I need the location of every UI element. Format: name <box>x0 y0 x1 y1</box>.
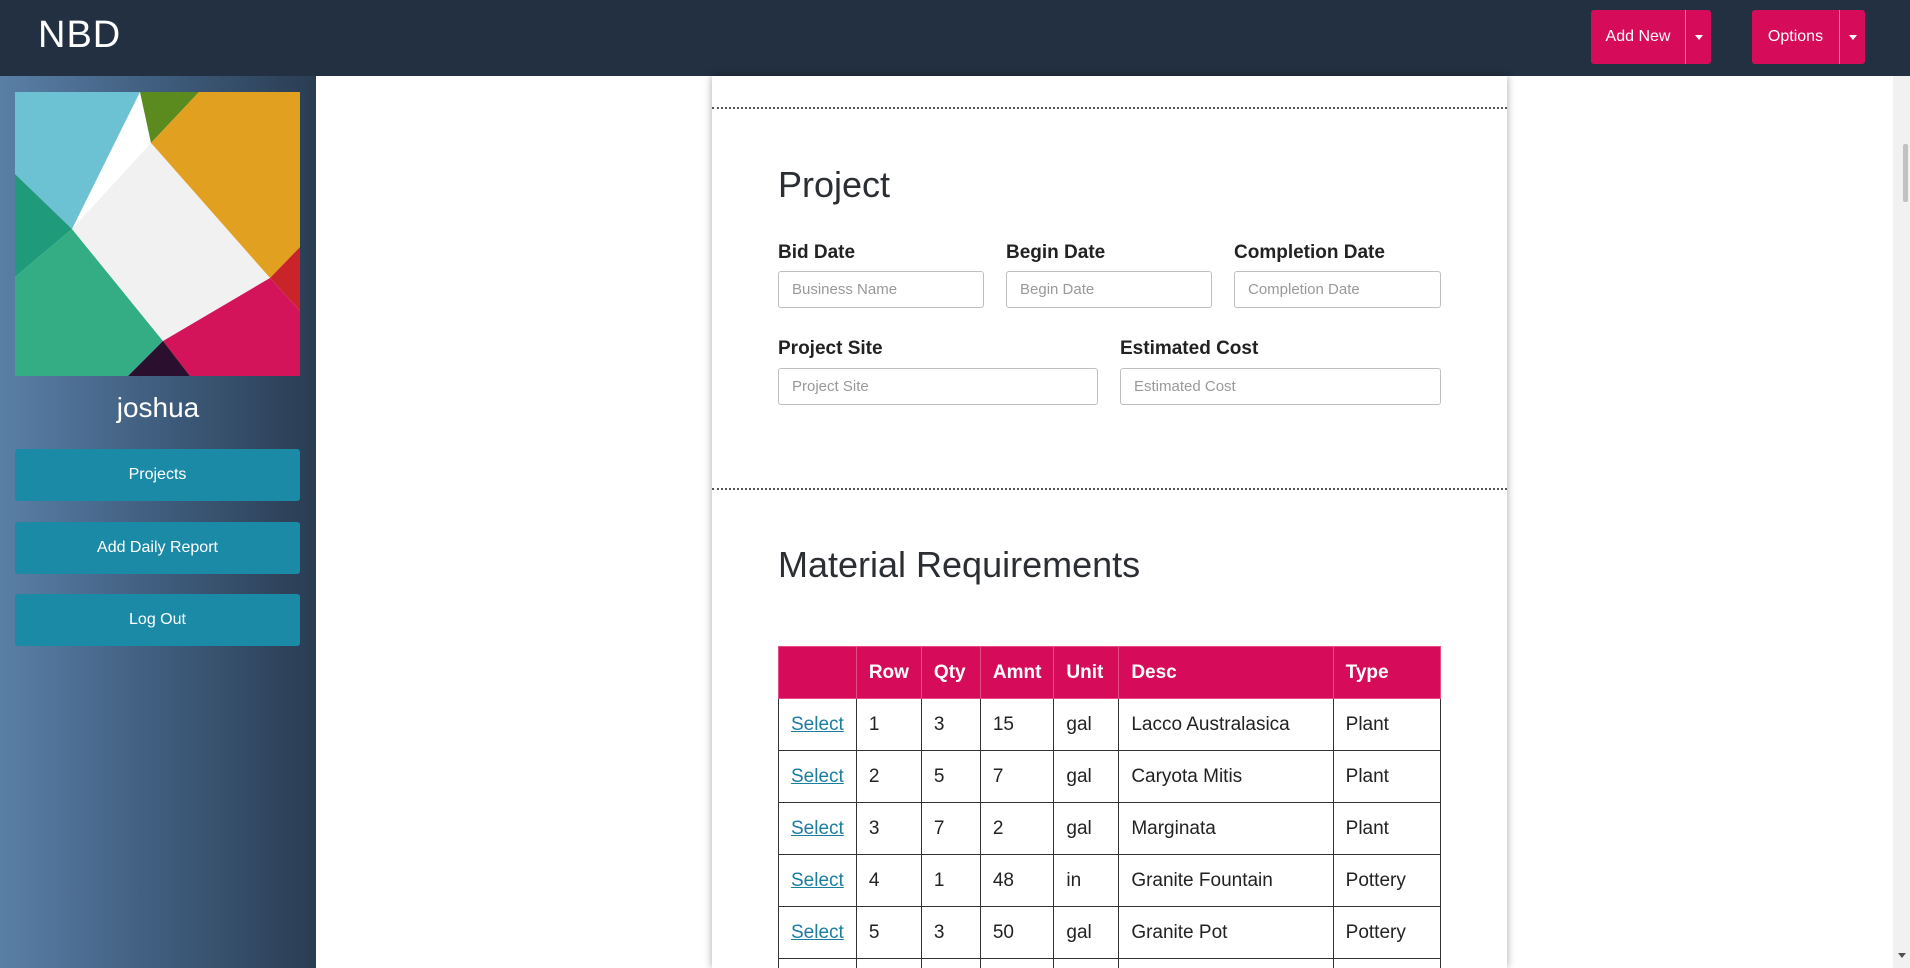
cell-qty: 7 <box>920 802 981 855</box>
project-form-card: Project Bid Date Begin Date Completion D… <box>712 76 1507 968</box>
bid-date-label: Bid Date <box>778 242 856 263</box>
cell-qty: 1 <box>920 854 981 907</box>
cell-unit: in <box>1053 854 1120 907</box>
cell-desc: Lacco Australasica <box>1118 698 1334 751</box>
project-site-input[interactable] <box>778 368 1098 405</box>
project-site-label: Project Site <box>778 338 883 359</box>
cell-type <box>1332 958 1442 968</box>
scroll-down-arrow-icon[interactable] <box>1898 953 1906 958</box>
cell-type: Pottery <box>1332 906 1442 959</box>
cell-unit: gal <box>1053 906 1120 959</box>
cell-type: Plant <box>1332 698 1442 751</box>
column-header-unit[interactable]: Unit <box>1053 646 1120 699</box>
caret-down-icon <box>1848 34 1857 40</box>
column-header-type[interactable]: Type <box>1332 646 1442 699</box>
section-divider <box>712 107 1507 109</box>
estimated-cost-input[interactable] <box>1120 368 1441 405</box>
sidebar: joshua Projects Add Daily Report Log Out <box>0 76 316 968</box>
cell-type: Pottery <box>1332 854 1442 907</box>
brand-logo[interactable]: NBD <box>38 14 121 57</box>
table-row: Select 4 1 48 in Granite Fountain Potter… <box>778 854 1442 907</box>
cell-select <box>778 958 857 968</box>
begin-date-label: Begin Date <box>1006 242 1106 263</box>
select-link[interactable]: Select <box>791 922 844 943</box>
completion-date-input[interactable] <box>1234 271 1441 308</box>
cell-qty <box>920 958 981 968</box>
material-requirements-table: Row Qty Amnt Unit Desc Type Select 1 3 1… <box>778 646 1442 968</box>
cell-desc: Marginata <box>1118 802 1334 855</box>
log-out-button[interactable]: Log Out <box>15 594 300 646</box>
bid-date-input[interactable] <box>778 271 984 308</box>
add-daily-report-button[interactable]: Add Daily Report <box>15 522 300 574</box>
cell-amnt: 7 <box>979 750 1055 803</box>
caret-down-icon <box>1694 34 1703 40</box>
add-new-button[interactable]: Add New <box>1591 10 1685 64</box>
cell-qty: 3 <box>920 906 981 959</box>
cell-row: 5 <box>855 906 922 959</box>
cell-type: Plant <box>1332 750 1442 803</box>
cell-amnt: 50 <box>979 906 1055 959</box>
select-link[interactable]: Select <box>791 766 844 787</box>
page-scrollbar[interactable] <box>1893 76 1910 968</box>
add-new-split-button: Add New <box>1591 10 1711 64</box>
username: joshua <box>116 392 200 423</box>
scrollbar-thumb[interactable] <box>1903 144 1908 202</box>
column-header-select <box>778 646 857 699</box>
begin-date-input[interactable] <box>1006 271 1212 308</box>
column-header-qty[interactable]: Qty <box>920 646 981 699</box>
table-row <box>778 958 1442 968</box>
project-section-title: Project <box>778 164 891 205</box>
cell-desc: Caryota Mitis <box>1118 750 1334 803</box>
options-dropdown-toggle[interactable] <box>1839 10 1865 64</box>
select-link[interactable]: Select <box>791 714 844 735</box>
cell-row: 4 <box>855 854 922 907</box>
cell-row: 2 <box>855 750 922 803</box>
column-header-desc[interactable]: Desc <box>1118 646 1334 699</box>
column-header-row[interactable]: Row <box>855 646 922 699</box>
options-button[interactable]: Options <box>1752 10 1839 64</box>
table-header-row: Row Qty Amnt Unit Desc Type <box>778 646 1442 699</box>
cell-qty: 5 <box>920 750 981 803</box>
cell-desc <box>1118 958 1334 968</box>
completion-date-label: Completion Date <box>1234 242 1385 263</box>
cell-type: Plant <box>1332 802 1442 855</box>
select-link[interactable]: Select <box>791 818 844 839</box>
table-row: Select 3 7 2 gal Marginata Plant <box>778 802 1442 855</box>
cell-unit: gal <box>1053 698 1120 751</box>
select-link[interactable]: Select <box>791 870 844 891</box>
cell-amnt <box>979 958 1055 968</box>
options-split-button: Options <box>1752 10 1865 64</box>
cell-desc: Granite Pot <box>1118 906 1334 959</box>
cell-row <box>855 958 922 968</box>
cell-unit: gal <box>1053 802 1120 855</box>
cell-qty: 3 <box>920 698 981 751</box>
top-navbar: NBD Add New Options <box>0 0 1910 76</box>
table-row: Select 5 3 50 gal Granite Pot Pottery <box>778 906 1442 959</box>
cell-unit <box>1053 958 1120 968</box>
column-header-amnt[interactable]: Amnt <box>979 646 1055 699</box>
avatar <box>15 92 300 376</box>
cell-unit: gal <box>1053 750 1120 803</box>
add-new-dropdown-toggle[interactable] <box>1685 10 1711 64</box>
material-requirements-title: Material Requirements <box>778 544 1141 585</box>
cell-desc: Granite Fountain <box>1118 854 1334 907</box>
table-row: Select 2 5 7 gal Caryota Mitis Plant <box>778 750 1442 803</box>
cell-amnt: 48 <box>979 854 1055 907</box>
section-divider <box>712 488 1507 490</box>
cell-row: 3 <box>855 802 922 855</box>
cell-amnt: 2 <box>979 802 1055 855</box>
avatar-geometric-image <box>15 92 300 376</box>
cell-amnt: 15 <box>979 698 1055 751</box>
estimated-cost-label: Estimated Cost <box>1120 338 1259 359</box>
projects-button[interactable]: Projects <box>15 449 300 501</box>
cell-row: 1 <box>855 698 922 751</box>
table-row: Select 1 3 15 gal Lacco Australasica Pla… <box>778 698 1442 751</box>
